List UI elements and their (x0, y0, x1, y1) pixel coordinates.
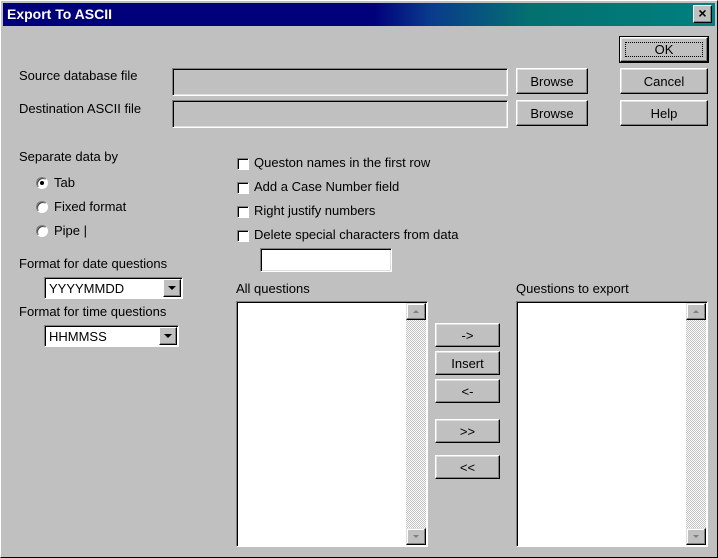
title-bar[interactable]: Export To ASCII × (3, 3, 715, 26)
checkbox-delete-special[interactable] (237, 230, 249, 242)
export-to-ascii-dialog: Export To ASCII × OK Cancel Help Source … (0, 0, 718, 558)
special-characters-input[interactable] (260, 248, 392, 272)
radio-tab-label[interactable]: Tab (54, 175, 75, 190)
source-file-label: Source database file (19, 68, 138, 83)
destination-browse-button[interactable]: Browse (516, 100, 588, 126)
export-questions-label: Questions to export (516, 281, 629, 296)
all-questions-scrollbar[interactable] (406, 303, 426, 545)
checkbox-case-number-label[interactable]: Add a Case Number field (254, 179, 399, 194)
all-questions-label: All questions (236, 281, 310, 296)
cancel-button-label: Cancel (643, 73, 685, 89)
all-questions-list[interactable] (236, 301, 428, 547)
insert-button-label: Insert (451, 355, 484, 371)
checkbox-question-names-label[interactable]: Queston names in the first row (254, 155, 430, 170)
time-format-label: Format for time questions (19, 304, 167, 319)
scroll-down-icon[interactable] (406, 528, 426, 545)
separator-heading: Separate data by (19, 149, 119, 164)
add-question-button[interactable]: -> (435, 323, 500, 347)
export-questions-scrollbar[interactable] (686, 303, 706, 545)
date-format-select[interactable]: YYYYMMDD (44, 277, 183, 299)
radio-pipe-label[interactable]: Pipe | (54, 223, 87, 238)
date-format-value: YYYYMMDD (49, 281, 125, 296)
source-browse-label: Browse (530, 73, 574, 89)
destination-file-label: Destination ASCII file (19, 101, 142, 116)
source-browse-button[interactable]: Browse (516, 68, 588, 94)
scroll-down-icon[interactable] (686, 528, 706, 545)
date-format-label: Format for date questions (19, 256, 168, 271)
time-format-value: HHMMSS (49, 329, 107, 344)
checkbox-delete-special-label[interactable]: Delete special characters from data (254, 227, 458, 242)
time-format-select[interactable]: HHMMSS (44, 325, 179, 347)
checkbox-case-number[interactable] (237, 182, 249, 194)
add-all-questions-button[interactable]: >> (435, 419, 500, 443)
help-button[interactable]: Help (620, 100, 708, 126)
checkbox-right-justify-label[interactable]: Right justify numbers (254, 203, 375, 218)
destination-file-input[interactable] (172, 100, 508, 128)
arrow-left-icon: <- (461, 383, 474, 399)
radio-pipe[interactable] (36, 225, 48, 237)
insert-question-button[interactable]: Insert (435, 351, 500, 375)
arrow-right-icon: -> (461, 327, 474, 343)
checkbox-right-justify[interactable] (237, 206, 249, 218)
radio-fixed-format-label[interactable]: Fixed format (54, 199, 126, 214)
chevron-down-icon[interactable] (159, 327, 177, 345)
remove-question-button[interactable]: <- (435, 379, 500, 403)
cancel-button[interactable]: Cancel (620, 68, 708, 94)
double-arrow-left-icon: << (459, 459, 476, 475)
help-button-label: Help (650, 105, 678, 121)
source-file-input[interactable] (172, 68, 508, 96)
checkbox-question-names[interactable] (237, 158, 249, 170)
close-icon[interactable]: × (693, 5, 712, 23)
ok-button[interactable]: OK (619, 36, 709, 63)
chevron-down-icon[interactable] (163, 279, 181, 297)
destination-browse-label: Browse (530, 105, 574, 121)
double-arrow-right-icon: >> (459, 423, 476, 439)
focus-rectangle (625, 42, 703, 57)
scroll-up-icon[interactable] (686, 303, 706, 320)
radio-fixed-format[interactable] (36, 201, 48, 213)
remove-all-questions-button[interactable]: << (435, 455, 500, 479)
radio-tab[interactable] (36, 177, 48, 189)
radio-selected-dot (40, 181, 44, 185)
scroll-up-icon[interactable] (406, 303, 426, 320)
questions-to-export-list[interactable] (516, 301, 708, 547)
window-title: Export To ASCII (7, 6, 112, 22)
